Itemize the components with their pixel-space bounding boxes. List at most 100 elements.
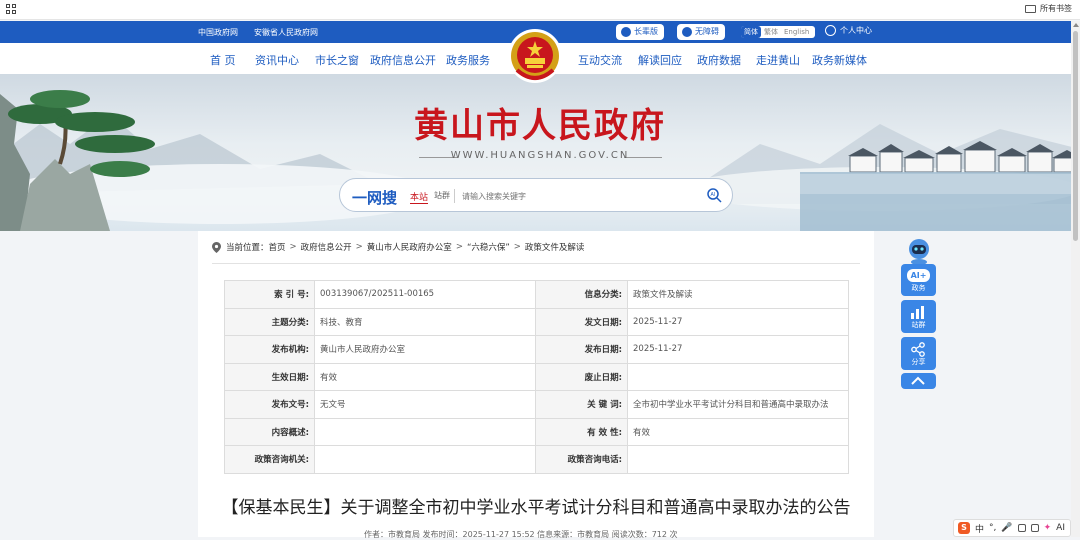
breadcrumb: 当前位置： 首页 > 政府信息公开 > 黄山市人民政府办公室 > “六稳六保” … bbox=[212, 241, 584, 253]
nav-services[interactable]: 政务服务 bbox=[446, 52, 490, 68]
ai-search-icon[interactable]: AI bbox=[706, 187, 722, 203]
breadcrumb-policy[interactable]: 政策文件及解读 bbox=[525, 241, 585, 253]
nav-huangshan[interactable]: 走进黄山 bbox=[756, 52, 800, 68]
breadcrumb-six-stable[interactable]: “六稳六保” bbox=[467, 241, 510, 253]
table-row: 生效日期: 有效 废止日期: bbox=[224, 362, 849, 391]
meta-value: 科技、教育 bbox=[314, 307, 536, 336]
meta-key: 发布机构: bbox=[224, 335, 315, 364]
nav-data[interactable]: 政府数据 bbox=[697, 52, 741, 68]
robot-assistant-icon[interactable] bbox=[904, 236, 934, 266]
toolbox-icon[interactable] bbox=[1030, 524, 1039, 532]
table-row: 内容概述: 有 效 性: 有效 bbox=[224, 417, 849, 446]
breadcrumb-home[interactable]: 首页 bbox=[269, 241, 286, 253]
meta-value: 无文号 bbox=[314, 390, 536, 419]
site-title: 黄山市人民政府 bbox=[414, 106, 666, 146]
search-brand: 一网搜 bbox=[352, 189, 398, 207]
meta-value bbox=[314, 445, 536, 474]
document-title: 【保基本民生】关于调整全市初中学业水平考试计分科目和普通高中录取办法的公告 bbox=[221, 498, 851, 518]
search-scope-group[interactable]: 站群 bbox=[434, 190, 450, 201]
header-banner: 黄山市人民政府 WWW.HUANGSHAN.GOV.CN 一网搜 本站 站群 A… bbox=[0, 74, 1080, 231]
table-row: 索 引 号: 003139067/202511-00165 信息分类: 政策文件… bbox=[224, 280, 849, 309]
share-button[interactable]: 分享 bbox=[901, 337, 936, 370]
elder-icon bbox=[621, 27, 631, 37]
meta-value bbox=[314, 417, 536, 446]
breadcrumb-sep: > bbox=[513, 242, 521, 252]
meta-key: 废止日期: bbox=[535, 362, 628, 391]
ime-mode-chinese[interactable]: 中 bbox=[975, 522, 984, 535]
breadcrumb-office[interactable]: 黄山市人民政府办公室 bbox=[367, 241, 452, 253]
breadcrumb-sep: > bbox=[355, 242, 363, 252]
meta-value: 全市初中学业水平考试计分科目和普通高中录取办法 bbox=[627, 390, 849, 419]
apps-grid-icon[interactable] bbox=[6, 4, 16, 14]
table-row: 主题分类: 科技、教育 发文日期: 2025-11-27 bbox=[224, 307, 849, 336]
all-bookmarks-label: 所有书签 bbox=[1040, 4, 1072, 13]
meta-value: 2025-11-27 bbox=[627, 307, 849, 336]
personal-center-label: 个人中心 bbox=[840, 26, 872, 35]
link-anhui-gov[interactable]: 安徽省人民政府网 bbox=[254, 27, 318, 38]
back-to-top-button[interactable] bbox=[901, 373, 936, 389]
ai-plus-icon: AI+ bbox=[907, 269, 930, 282]
page-scrollbar[interactable] bbox=[1071, 21, 1080, 537]
search-scope-site[interactable]: 本站 bbox=[410, 190, 429, 204]
site-group-button[interactable]: 站群 bbox=[901, 300, 936, 333]
meta-value: 有效 bbox=[314, 362, 536, 391]
lang-english[interactable]: English bbox=[781, 26, 812, 38]
elder-mode-button[interactable]: 长辈版 bbox=[616, 24, 664, 40]
svg-text:AI: AI bbox=[711, 192, 716, 198]
meta-value: 黄山市人民政府办公室 bbox=[314, 335, 536, 364]
nav-home[interactable]: 首 页 bbox=[210, 52, 236, 68]
breadcrumb-sep: > bbox=[455, 242, 463, 252]
scroll-up-icon[interactable] bbox=[1073, 23, 1079, 27]
lang-simplified[interactable]: 简体 bbox=[741, 26, 761, 38]
meta-value: 政策文件及解读 bbox=[627, 280, 849, 309]
bookmarks-bar: 所有书签 bbox=[0, 0, 1080, 20]
nav-news[interactable]: 资讯中心 bbox=[255, 52, 299, 68]
language-switch: 简体 繁体 English bbox=[741, 26, 815, 38]
search-input[interactable] bbox=[462, 187, 692, 205]
table-row: 政策咨询机关: 政策咨询电话: bbox=[224, 445, 849, 474]
scrollbar-thumb[interactable] bbox=[1073, 31, 1078, 241]
nav-new-media[interactable]: 政务新媒体 bbox=[812, 52, 867, 68]
user-icon bbox=[825, 25, 836, 36]
accessibility-label: 无障碍 bbox=[695, 27, 719, 36]
meta-key: 发布日期: bbox=[535, 335, 628, 364]
link-gov-cn[interactable]: 中国政府网 bbox=[198, 27, 238, 38]
accessibility-button[interactable]: 无障碍 bbox=[677, 24, 725, 40]
table-row: 发布文号: 无文号 关 键 词: 全市初中学业水平考试计分科目和普通高中录取办法 bbox=[224, 390, 849, 419]
share-icon bbox=[911, 342, 925, 357]
all-bookmarks-button[interactable]: 所有书签 bbox=[1025, 3, 1072, 14]
meta-value: 有效 bbox=[627, 417, 849, 446]
meta-value bbox=[627, 445, 849, 474]
national-emblem-icon bbox=[508, 29, 562, 83]
share-label: 分享 bbox=[911, 358, 926, 366]
breadcrumb-info-disclosure[interactable]: 政府信息公开 bbox=[301, 241, 352, 253]
meta-value: 2025-11-27 bbox=[627, 335, 849, 364]
personal-center-link[interactable]: 个人中心 bbox=[825, 25, 872, 36]
breadcrumb-sep: > bbox=[289, 242, 297, 252]
breadcrumb-divider bbox=[212, 263, 860, 264]
meta-key: 政策咨询机关: bbox=[224, 445, 315, 474]
accessibility-icon bbox=[682, 27, 692, 37]
ai-gov-button[interactable]: AI+ 政务 bbox=[901, 264, 936, 296]
location-pin-icon bbox=[212, 241, 221, 253]
nav-interaction[interactable]: 互动交流 bbox=[578, 52, 622, 68]
nav-interpretation[interactable]: 解读回应 bbox=[638, 52, 682, 68]
meta-key: 信息分类: bbox=[535, 280, 628, 309]
nav-mayor[interactable]: 市长之窗 bbox=[315, 52, 359, 68]
sogou-logo-icon[interactable]: S bbox=[958, 522, 970, 534]
microphone-icon[interactable]: 🎤 bbox=[1001, 523, 1012, 533]
document-info: 作者：市教育局 发布时间：2025-11-27 15:52 信息来源：市教育局 … bbox=[364, 530, 678, 539]
meta-key: 发文日期: bbox=[535, 307, 628, 336]
ai-icon[interactable]: AI bbox=[1056, 523, 1065, 533]
meta-key: 政策咨询电话: bbox=[535, 445, 628, 474]
punctuation-icon[interactable]: °, bbox=[989, 523, 996, 533]
nav-info-disclosure[interactable]: 政府信息公开 bbox=[370, 52, 436, 76]
meta-key: 内容概述: bbox=[224, 417, 315, 446]
search-separator bbox=[454, 189, 455, 203]
meta-key: 有 效 性: bbox=[535, 417, 628, 446]
keyboard-icon[interactable] bbox=[1017, 524, 1026, 532]
lang-traditional[interactable]: 繁体 bbox=[761, 26, 781, 38]
breadcrumb-prefix: 当前位置： bbox=[226, 243, 269, 253]
skin-icon[interactable]: ✦ bbox=[1044, 523, 1052, 533]
content-panel: 当前位置： 首页 > 政府信息公开 > 黄山市人民政府办公室 > “六稳六保” … bbox=[198, 231, 874, 539]
